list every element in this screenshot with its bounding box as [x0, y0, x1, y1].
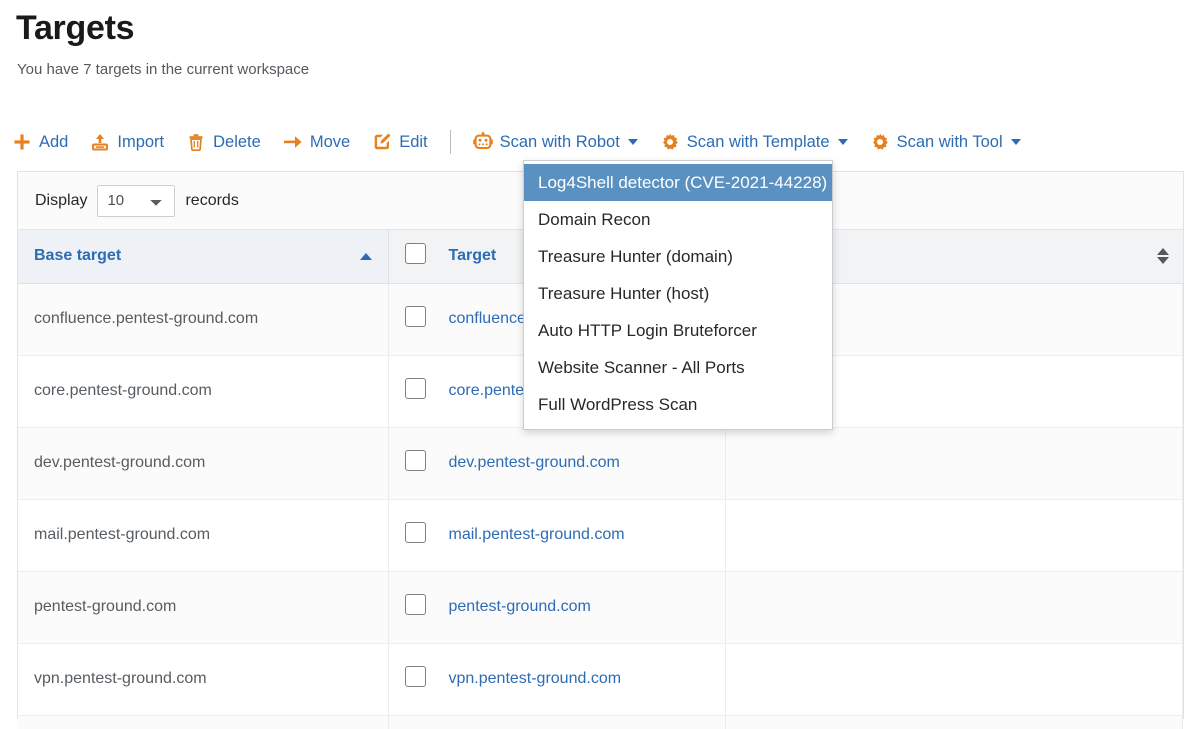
toolbar-button-import[interactable]: Import	[90, 132, 164, 152]
toolbar-separator	[450, 130, 451, 154]
toolbar-button-delete[interactable]: Delete	[186, 132, 261, 152]
cell-target: mail.pentest-ground.com	[388, 499, 725, 571]
chevron-down-icon	[1011, 139, 1021, 145]
toolbar-button-label: Edit	[399, 132, 427, 152]
gear-icon	[870, 132, 890, 152]
dropdown-item[interactable]: Domain Recon	[524, 201, 832, 238]
chevron-down-icon	[838, 139, 848, 145]
row-checkbox[interactable]	[405, 522, 426, 543]
toolbar-button-label: Delete	[213, 132, 261, 152]
row-checkbox[interactable]	[405, 666, 426, 687]
row-checkbox[interactable]	[405, 594, 426, 615]
toolbar: Add Import Delete Move Edit Scan with Robot Sc…	[12, 128, 1043, 156]
row-checkbox[interactable]	[405, 306, 426, 327]
sort-both-icon	[1157, 247, 1169, 265]
dropdown-item[interactable]: Auto HTTP Login Bruteforcer	[524, 312, 832, 349]
gear-icon	[660, 132, 680, 152]
dropdown-item[interactable]: Log4Shell detector (CVE-2021-44228)	[524, 164, 832, 201]
sort-ascending-icon	[360, 253, 372, 260]
cell-description	[725, 643, 1183, 715]
trash-icon	[186, 132, 206, 152]
cell-base-target: core.pentest-ground.com	[18, 355, 388, 427]
table-row: vpn.pentest-ground.com vpn.pentest-ground…	[18, 643, 1183, 715]
robot-icon	[473, 132, 493, 152]
column-header-base-target-label: Base target	[34, 247, 121, 264]
select-all-checkbox[interactable]	[405, 243, 426, 264]
row-checkbox[interactable]	[405, 378, 426, 399]
target-link[interactable]: pentest-ground.com	[449, 592, 591, 622]
page-subtitle: You have 7 targets in the current worksp…	[17, 60, 309, 80]
toolbar-button-scan-with-robot[interactable]: Scan with Robot	[473, 132, 638, 152]
row-checkbox-wrap[interactable]	[405, 378, 426, 404]
column-header-base-target[interactable]: Base target	[18, 230, 388, 283]
cell-base-target: vpn.pentest-ground.com	[18, 643, 388, 715]
upload-icon	[90, 132, 110, 152]
scan-with-robot-dropdown-menu[interactable]: Log4Shell detector (CVE-2021-44228)Domai…	[523, 160, 833, 430]
cell-base-target: dev.pentest-ground.com	[18, 427, 388, 499]
row-checkbox[interactable]	[405, 450, 426, 471]
pencil-square-icon	[372, 132, 392, 152]
row-checkbox-wrap[interactable]	[405, 450, 426, 476]
row-checkbox-wrap[interactable]	[405, 666, 426, 692]
toolbar-button-move[interactable]: Move	[283, 132, 350, 152]
target-link[interactable]: vpn.pentest-ground.com	[449, 664, 622, 694]
dropdown-item[interactable]: Treasure Hunter (host)	[524, 275, 832, 312]
toolbar-button-edit[interactable]: Edit	[372, 132, 427, 152]
table-row: www.pentest-ground.comwww.pentest-ground…	[18, 715, 1183, 729]
cell-target: vpn.pentest-ground.com	[388, 643, 725, 715]
target-link[interactable]: mail.pentest-ground.com	[449, 520, 625, 550]
toolbar-button-scan-with-template[interactable]: Scan with Template	[660, 132, 848, 152]
select-all-checkbox-wrap[interactable]	[405, 243, 426, 269]
chevron-down-icon	[628, 139, 638, 145]
display-label: Display	[35, 192, 87, 210]
toolbar-button-label: Add	[39, 132, 68, 152]
page-title: Targets	[16, 8, 134, 48]
toolbar-button-add[interactable]: Add	[12, 132, 68, 152]
cell-target: dev.pentest-ground.com	[388, 427, 725, 499]
table-row: mail.pentest-ground.com mail.pentest-grou…	[18, 499, 1183, 571]
cell-base-target: mail.pentest-ground.com	[18, 499, 388, 571]
column-header-target-label: Target	[449, 247, 497, 265]
cell-description	[725, 571, 1183, 643]
toolbar-button-label: Import	[117, 132, 164, 152]
row-checkbox-wrap[interactable]	[405, 522, 426, 548]
table-row: dev.pentest-ground.com dev.pentest-ground…	[18, 427, 1183, 499]
cell-target: www.pentest-ground.com	[388, 715, 725, 729]
dropdown-item[interactable]: Full WordPress Scan	[524, 386, 832, 423]
cell-base-target: www.pentest-ground.com	[18, 715, 388, 729]
dropdown-item[interactable]: Website Scanner - All Ports	[524, 349, 832, 386]
cell-base-target: pentest-ground.com	[18, 571, 388, 643]
targets-page: Targets You have 7 targets in the curren…	[0, 0, 1200, 729]
toolbar-button-scan-with-tool[interactable]: Scan with Tool	[870, 132, 1021, 152]
toolbar-button-label: Scan with Tool	[897, 132, 1003, 152]
cell-base-target: confluence.pentest-ground.com	[18, 283, 388, 355]
cell-target: pentest-ground.com	[388, 571, 725, 643]
records-label: records	[185, 192, 238, 210]
page-length-select[interactable]: 102550100	[97, 185, 175, 217]
row-checkbox-wrap[interactable]	[405, 594, 426, 620]
arrow-right-icon	[283, 132, 303, 152]
target-link[interactable]: dev.pentest-ground.com	[449, 448, 620, 478]
cell-description	[725, 715, 1183, 729]
cell-description	[725, 499, 1183, 571]
table-row: pentest-ground.com pentest-ground.com	[18, 571, 1183, 643]
row-checkbox-wrap[interactable]	[405, 306, 426, 332]
dropdown-item[interactable]: Treasure Hunter (domain)	[524, 238, 832, 275]
plus-icon	[12, 132, 32, 152]
toolbar-button-label: Scan with Template	[687, 132, 830, 152]
toolbar-button-label: Move	[310, 132, 350, 152]
cell-description	[725, 427, 1183, 499]
toolbar-button-label: Scan with Robot	[500, 132, 620, 152]
